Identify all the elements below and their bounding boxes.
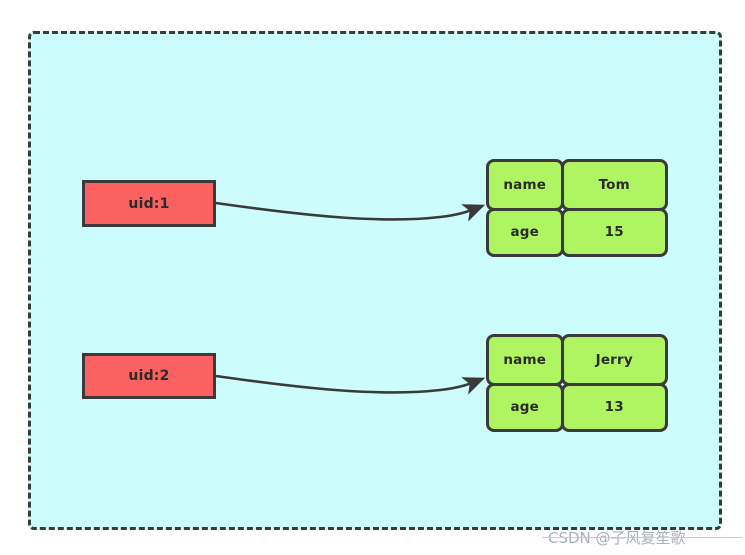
hash-value-cell[interactable]: 15 xyxy=(560,207,668,257)
key-node-label: uid:1 xyxy=(128,195,170,212)
dashed-region-container xyxy=(28,31,722,530)
hash-field-label: age xyxy=(510,399,540,416)
hash-field-cell[interactable]: age xyxy=(486,382,564,432)
hash-value-label: 13 xyxy=(604,399,624,416)
key-node-label: uid:2 xyxy=(128,368,170,384)
hash-value-label: Jerry xyxy=(595,351,633,368)
hash-table-uid-2: name Jerry age 13 xyxy=(486,334,668,432)
watermark-strikethrough xyxy=(542,537,742,538)
diagram-canvas: uid:1 uid:2 name Tom age 15 name Jerry a… xyxy=(0,0,745,555)
hash-field-cell[interactable]: name xyxy=(486,159,564,211)
key-node-uid-2[interactable]: uid:2 xyxy=(82,353,216,399)
key-node-uid-1[interactable]: uid:1 xyxy=(82,180,216,227)
hash-value-label: Tom xyxy=(598,176,630,193)
hash-field-cell[interactable]: age xyxy=(486,207,564,257)
hash-field-label: name xyxy=(503,176,547,193)
watermark-text: CSDN @子风复笙歌 xyxy=(548,529,686,547)
watermark: CSDN @子风复笙歌 xyxy=(542,527,742,548)
hash-value-cell[interactable]: Jerry xyxy=(560,334,668,386)
hash-field-cell[interactable]: name xyxy=(486,334,564,386)
hash-value-cell[interactable]: Tom xyxy=(560,159,668,211)
hash-table-uid-1: name Tom age 15 xyxy=(486,159,668,257)
hash-value-cell[interactable]: 13 xyxy=(560,382,668,432)
hash-field-label: name xyxy=(503,351,547,368)
hash-field-label: age xyxy=(510,224,540,241)
hash-value-label: 15 xyxy=(604,224,624,241)
